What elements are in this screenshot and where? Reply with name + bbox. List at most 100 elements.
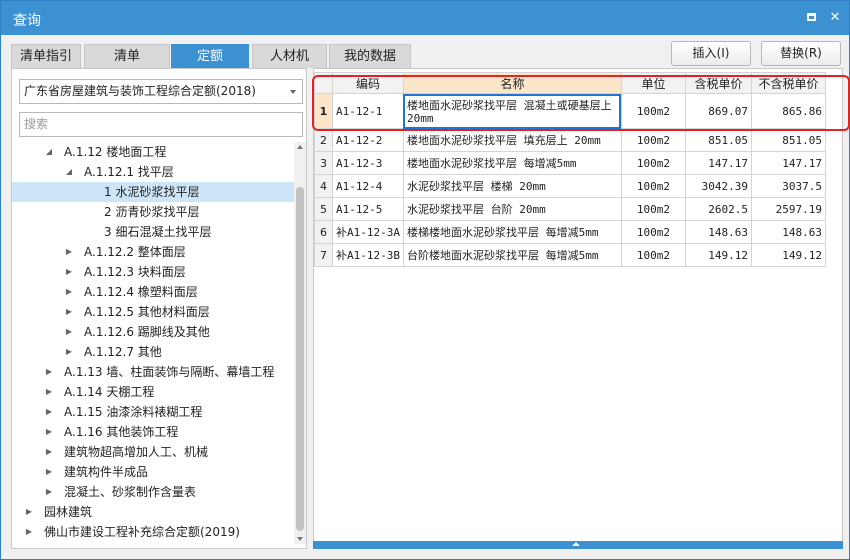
collapsed-arrow-icon[interactable]: ▶ (64, 262, 74, 282)
collapsed-arrow-icon[interactable]: ▶ (44, 362, 54, 382)
cell-price-without-tax[interactable]: 149.12 (750, 243, 826, 267)
row-index[interactable]: 6 (314, 220, 333, 244)
cell-price-without-tax[interactable]: 2597.19 (750, 197, 826, 221)
collapsed-arrow-icon[interactable]: ▶ (44, 422, 54, 442)
cell-unit[interactable]: 100m2 (620, 174, 686, 198)
collapsed-arrow-icon[interactable]: ▶ (44, 482, 54, 502)
tree-item[interactable]: ▶ A.1.15 油漆涂料裱糊工程 (12, 402, 294, 422)
table-row[interactable]: 5 A1-12-5 水泥砂浆找平层 台阶 20mm 100m2 2602.5 2597.1… (314, 197, 826, 221)
cell-price-without-tax[interactable]: 851.05 (750, 128, 826, 152)
cell-price-with-tax[interactable]: 149.12 (684, 243, 752, 267)
chevron-up-icon[interactable] (572, 542, 580, 546)
tree-item[interactable]: ▶ 园林建筑 (12, 502, 294, 522)
tree-item[interactable]: ▶ 混凝土、砂浆制作含量表 (12, 482, 294, 502)
search-input[interactable]: 搜索 (19, 112, 303, 137)
cell-code[interactable]: 补A1-12-3A (332, 220, 404, 244)
row-index[interactable]: 4 (314, 174, 333, 198)
tab-my-data[interactable]: 我的数据 (329, 44, 411, 68)
scroll-up-icon[interactable] (297, 145, 303, 149)
header-price-without-tax[interactable]: 不含税单价 (750, 72, 826, 94)
row-index[interactable]: 1 (314, 93, 333, 129)
cell-price-without-tax[interactable]: 148.63 (750, 220, 826, 244)
tree-item[interactable]: ▶ A.1.12.3 块料面层 (12, 262, 294, 282)
table-row[interactable]: 7 补A1-12-3B 台阶楼地面水泥砂浆找平层 每增减5mm 100m2 149.12… (314, 243, 826, 267)
tab-labor-material-machine[interactable]: 人材机 (252, 44, 327, 68)
tree-item[interactable]: ▶ A.1.12.4 橡塑料面层 (12, 282, 294, 302)
cell-code[interactable]: A1-12-4 (332, 174, 404, 198)
collapsed-arrow-icon[interactable]: ▶ (64, 282, 74, 302)
scrollbar-thumb[interactable] (296, 187, 304, 531)
cell-unit[interactable]: 100m2 (620, 220, 686, 244)
cell-unit[interactable]: 100m2 (620, 197, 686, 221)
tree-item[interactable]: 3 细石混凝土找平层 (12, 222, 294, 242)
cell-code[interactable]: A1-12-1 (332, 93, 404, 129)
quota-library-select[interactable]: 广东省房屋建筑与装饰工程综合定额(2018) (19, 79, 303, 104)
close-icon[interactable]: ✕ (825, 8, 845, 28)
cell-price-with-tax[interactable]: 851.05 (684, 128, 752, 152)
tree-item[interactable]: ▶ A.1.12.6 踢脚线及其他 (12, 322, 294, 342)
cell-name[interactable]: 水泥砂浆找平层 台阶 20mm (402, 197, 622, 221)
cell-price-with-tax[interactable]: 869.07 (684, 93, 752, 129)
cell-unit[interactable]: 100m2 (620, 93, 686, 129)
row-index[interactable]: 7 (314, 243, 333, 267)
collapsed-arrow-icon[interactable]: ▶ (64, 322, 74, 342)
cell-code[interactable]: A1-12-3 (332, 151, 404, 175)
cell-price-without-tax[interactable]: 865.86 (750, 93, 826, 129)
cell-name[interactable]: 楼地面水泥砂浆找平层 混凝土或硬基层上 20mm (402, 93, 622, 129)
cell-unit[interactable]: 100m2 (620, 151, 686, 175)
expanded-arrow-icon[interactable]: ◢ (64, 162, 74, 182)
tree-item[interactable]: ◢ A.1.12.1 找平层 (12, 162, 294, 182)
tree-item[interactable]: ▶ 建筑物超高增加人工、机械 (12, 442, 294, 462)
tree-item[interactable]: ▶ A.1.16 其他装饰工程 (12, 422, 294, 442)
header-name[interactable]: 名称 (402, 72, 622, 94)
collapsed-arrow-icon[interactable]: ▶ (44, 462, 54, 482)
table-row[interactable]: 6 补A1-12-3A 楼梯楼地面水泥砂浆找平层 每增减5mm 100m2 148.63… (314, 220, 826, 244)
tree-item[interactable]: ▶ A.1.12.5 其他材料面层 (12, 302, 294, 322)
collapsed-arrow-icon[interactable]: ▶ (64, 342, 74, 362)
row-index[interactable]: 2 (314, 128, 333, 152)
row-index[interactable]: 5 (314, 197, 333, 221)
cell-name[interactable]: 楼梯楼地面水泥砂浆找平层 每增减5mm (402, 220, 622, 244)
replace-button[interactable]: 替换(R) (761, 41, 841, 66)
collapsed-arrow-icon[interactable]: ▶ (44, 442, 54, 462)
maximize-icon[interactable] (801, 8, 821, 28)
insert-button[interactable]: 插入(I) (671, 41, 751, 66)
tree-item[interactable]: ▶ A.1.14 天棚工程 (12, 382, 294, 402)
tab-quota[interactable]: 定额 (171, 44, 249, 68)
cell-price-with-tax[interactable]: 147.17 (684, 151, 752, 175)
cell-code[interactable]: A1-12-2 (332, 128, 404, 152)
tab-bill-guide[interactable]: 清单指引 (11, 44, 81, 68)
cell-price-without-tax[interactable]: 3037.5 (750, 174, 826, 198)
table-row[interactable]: 3 A1-12-3 楼地面水泥砂浆找平层 每增减5mm 100m2 147.17 147.… (314, 151, 826, 175)
collapsed-arrow-icon[interactable]: ▶ (24, 502, 34, 522)
scroll-down-icon[interactable] (297, 537, 303, 541)
collapsed-arrow-icon[interactable]: ▶ (64, 302, 74, 322)
cell-code[interactable]: A1-12-5 (332, 197, 404, 221)
table-row[interactable]: 2 A1-12-2 楼地面水泥砂浆找平层 填充层上 20mm 100m2 851.05 8… (314, 128, 826, 152)
cell-price-with-tax[interactable]: 2602.5 (684, 197, 752, 221)
tree-item[interactable]: ▶ A.1.12.7 其他 (12, 342, 294, 362)
tree-item[interactable]: ▶ A.1.13 墙、柱面装饰与隔断、幕墙工程 (12, 362, 294, 382)
header-price-with-tax[interactable]: 含税单价 (684, 72, 752, 94)
collapsed-arrow-icon[interactable]: ▶ (64, 242, 74, 262)
cell-name[interactable]: 水泥砂浆找平层 楼梯 20mm (402, 174, 622, 198)
tree-item[interactable]: ◢ A.1.12 楼地面工程 (12, 142, 294, 162)
cell-code[interactable]: 补A1-12-3B (332, 243, 404, 267)
table-row[interactable]: 4 A1-12-4 水泥砂浆找平层 楼梯 20mm 100m2 3042.39 3037.… (314, 174, 826, 198)
row-index[interactable]: 3 (314, 151, 333, 175)
tree-item[interactable]: ▶ 佛山市建设工程补充综合定额(2019) (12, 522, 294, 542)
tree-item[interactable]: ▶ A.1.12.2 整体面层 (12, 242, 294, 262)
chevron-down-icon[interactable] (290, 90, 296, 94)
header-code[interactable]: 编码 (332, 72, 404, 94)
expanded-arrow-icon[interactable]: ◢ (44, 142, 54, 162)
collapsed-arrow-icon[interactable]: ▶ (44, 382, 54, 402)
cell-name[interactable]: 楼地面水泥砂浆找平层 每增减5mm (402, 151, 622, 175)
cell-name[interactable]: 楼地面水泥砂浆找平层 填充层上 20mm (402, 128, 622, 152)
tree-item[interactable]: 1 水泥砂浆找平层 (12, 182, 294, 202)
collapsed-arrow-icon[interactable]: ▶ (24, 522, 34, 542)
cell-name[interactable]: 台阶楼地面水泥砂浆找平层 每增减5mm (402, 243, 622, 267)
panel-splitter[interactable] (313, 541, 843, 549)
cell-unit[interactable]: 100m2 (620, 243, 686, 267)
tab-bill[interactable]: 清单 (84, 44, 170, 68)
collapsed-arrow-icon[interactable]: ▶ (44, 402, 54, 422)
